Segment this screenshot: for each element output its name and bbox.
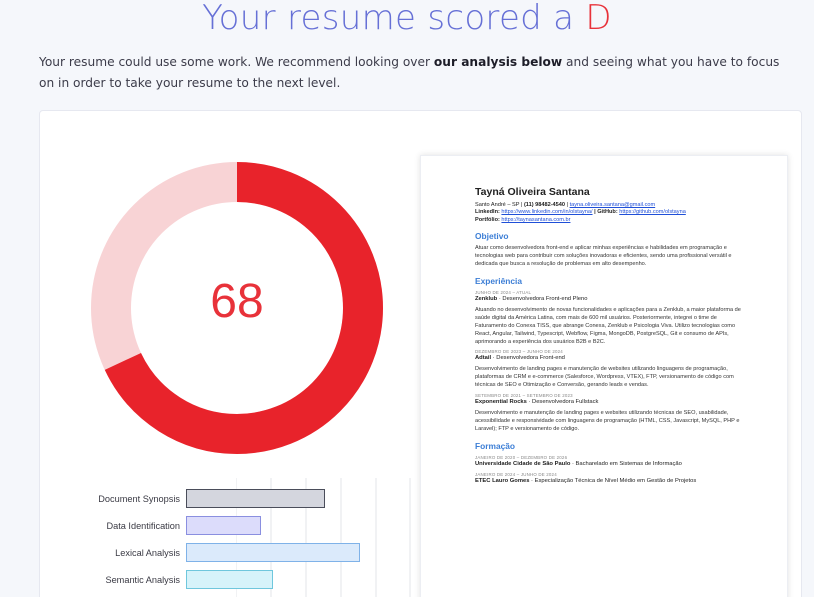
resume-section-objective: Objetivo	[475, 231, 509, 242]
bar-row-data-identification: Data Identification	[50, 516, 380, 536]
job-company: Exponential Rocks	[475, 399, 527, 406]
bar-label: Semantic Analysis	[105, 575, 180, 585]
job-description: Desenvolvimento de landing pages e manut…	[475, 366, 734, 389]
resume-objective-text: Atuar como desenvolvedora front-end e ap…	[475, 245, 732, 268]
job-role: · Desenvolvedora Front-end Pleno	[497, 295, 588, 302]
job-title: Adtail · Desenvolvedora Front-end	[475, 354, 745, 362]
bar-document-synopsis	[186, 489, 326, 508]
bar-data-identification	[186, 516, 261, 535]
resume-portfolio-label: Portfólio:	[475, 216, 502, 223]
resume-social-line: LinkedIn: https://www.linkedin.com/in/ol…	[475, 209, 745, 216]
bar-row-lexical-analysis: Lexical Analysis	[50, 543, 380, 563]
job-title: Exponential Rocks · Desenvolvedora Fulls…	[475, 398, 745, 406]
job-role: · Desenvolvedora Front-end	[491, 355, 565, 362]
resume-linkedin-label: LinkedIn:	[475, 209, 502, 216]
resume-location: Santo André – SP |	[475, 202, 524, 208]
education-course: · Bacharelado em Sistemas de Informação	[570, 460, 682, 467]
resume-phone: (11) 98482-4540	[523, 202, 565, 208]
analysis-bar-chart: Document Synopsis Data Identification Le…	[50, 478, 411, 597]
education-course: · Especialização Técnica de Nível Médio …	[529, 477, 697, 484]
resume-contact-line: Santo André – SP | (11) 98482-4540 | tay…	[475, 202, 745, 209]
resume-section-education: Formação	[475, 440, 516, 451]
resume-portfolio-link[interactable]: https://taynasantana.com.br	[501, 217, 570, 223]
bar-label: Lexical Analysis	[115, 548, 180, 558]
education-school: ETEC Lauro Gomes	[475, 477, 530, 484]
bar-row-document-synopsis: Document Synopsis	[50, 489, 380, 509]
resume-email-link[interactable]: tayna.oliveira.santana@gmail.com	[570, 202, 656, 208]
bar-label: Data Identification	[106, 521, 180, 531]
job-company: Adtail	[475, 355, 492, 362]
intro-text-before: Your resume could use some work. We reco…	[39, 55, 434, 69]
score-value: 68	[210, 275, 264, 328]
bar-label: Document Synopsis	[98, 494, 180, 504]
resume-linkedin-link[interactable]: https://www.linkedin.com/in/olstayna/	[501, 209, 592, 215]
resume-preview[interactable]: Tayná Oliveira Santana Santo André – SP …	[420, 155, 788, 597]
education-school: Universidade Cidade de São Paulo	[475, 460, 571, 467]
education-entry: Universidade Cidade de São Paulo · Bacha…	[475, 460, 745, 468]
job-company: Zenklub	[475, 295, 498, 302]
job-title: Zenklub · Desenvolvedora Front-end Pleno	[475, 295, 745, 303]
bar-semantic-analysis	[186, 570, 273, 589]
bar-row-semantic-analysis: Semantic Analysis	[50, 570, 380, 590]
education-entry: ETEC Lauro Gomes · Especialização Técnic…	[475, 477, 745, 485]
grade-letter: D	[585, 0, 612, 38]
intro-paragraph: Your resume could use some work. We reco…	[39, 52, 789, 94]
bar-lexical-analysis	[186, 543, 360, 562]
job-description: Atuando no desenvolvimento de novas func…	[475, 306, 741, 345]
intro-bold-link: our analysis below	[433, 55, 563, 69]
resume-name: Tayná Oliveira Santana	[475, 186, 590, 198]
job-role: · Desenvolvedora Fullstack	[526, 399, 599, 406]
resume-portfolio-line: Portfólio: https://taynasantana.com.br	[475, 217, 745, 224]
resume-section-experience: Experiência	[475, 275, 523, 286]
resume-github-label: | GitHub:	[592, 209, 620, 216]
page-headline: Your resume scored a D	[0, 0, 814, 38]
job-description: Desenvolvimento e manutenção de landing …	[475, 410, 740, 432]
headline-prefix: Your resume scored a	[202, 0, 586, 38]
resume-github-link[interactable]: https://github.com/olstayna	[619, 209, 686, 215]
